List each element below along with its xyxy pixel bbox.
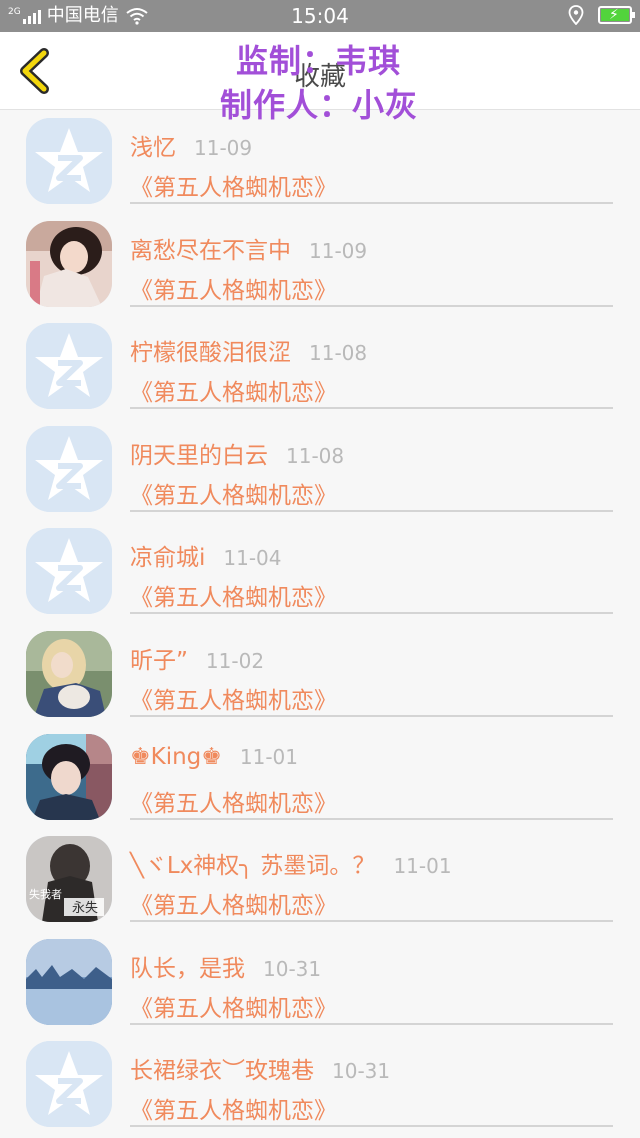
divider	[130, 817, 613, 820]
game-title: 《第五人格蜘机恋》	[130, 585, 337, 612]
item-date: 10-31	[263, 956, 322, 981]
avatar[interactable]	[26, 425, 112, 512]
item-date: 11-08	[286, 443, 345, 468]
game-title: 《第五人格蜘机恋》	[130, 482, 337, 509]
divider	[130, 202, 613, 204]
avatar[interactable]	[26, 733, 112, 820]
default-qzone-star-icon	[26, 323, 112, 410]
user-name: 凉俞城i	[130, 545, 206, 572]
item-date: 11-09	[309, 238, 368, 263]
user-name: ╲ヾLx神权╮ 苏墨词。？	[130, 853, 376, 880]
list-item[interactable]: 离愁尽在不言中 11-09 《第五人格蜘机恋》	[0, 213, 640, 316]
user-name: ♚King♚	[130, 743, 222, 770]
clock: 15:04	[291, 4, 349, 28]
item-date: 11-08	[309, 341, 368, 366]
list-item[interactable]: 柠檬很酸泪很涩 11-08 《第五人格蜘机恋》	[0, 315, 640, 418]
list-item[interactable]: 浅忆 11-09 《第五人格蜘机恋》	[0, 110, 640, 213]
list-item[interactable]: 长裙绿衣︶玫瑰巷 10-31 《第五人格蜘机恋》	[0, 1033, 640, 1136]
charging-bolt-icon: ⚡	[609, 7, 619, 23]
item-date: 11-01	[393, 854, 452, 879]
divider	[130, 304, 613, 307]
divider	[130, 920, 613, 923]
divider	[130, 1022, 613, 1025]
list-item[interactable]: 凉俞城i 11-04 《第五人格蜘机恋》	[0, 520, 640, 623]
girl-photo-avatar	[26, 220, 112, 307]
game-title: 《第五人格蜘机恋》	[130, 893, 337, 920]
default-qzone-star-icon	[26, 425, 112, 512]
blonde-girl-photo-avatar	[26, 630, 112, 717]
game-title: 《第五人格蜘机恋》	[130, 687, 337, 714]
game-title: 《第五人格蜘机恋》	[130, 790, 337, 817]
status-right-icons: ⚡	[568, 5, 635, 25]
avatar[interactable]	[26, 220, 112, 307]
game-title: 《第五人格蜘机恋》	[130, 995, 337, 1022]
user-name: 阴天里的白云	[130, 442, 268, 469]
battery-icon: ⚡	[598, 6, 635, 24]
list-item[interactable]: ♚King♚ 11-01 《第五人格蜘机恋》	[0, 726, 640, 829]
list-item[interactable]: 失我者 永失 ╲ヾLx神权╮ 苏墨词。？ 11-01 《第五人格蜘机恋》	[0, 828, 640, 931]
game-title: 《第五人格蜘机恋》	[130, 277, 337, 304]
game-title: 《第五人格蜘机恋》	[130, 380, 337, 407]
default-qzone-star-icon	[26, 528, 112, 615]
location-icon	[568, 5, 584, 25]
item-date: 11-04	[223, 546, 282, 571]
user-name: 浅忆	[130, 135, 176, 161]
divider	[130, 714, 613, 717]
status-bar: 2G 中国电信 15:04 ⚡	[0, 0, 640, 32]
user-name: 离愁尽在不言中	[130, 237, 291, 264]
avatar[interactable]	[26, 323, 112, 410]
divider	[130, 1125, 613, 1128]
avatar[interactable]	[26, 118, 112, 204]
avatar[interactable]: 失我者 永失	[26, 836, 112, 923]
divider	[130, 407, 613, 410]
avatar[interactable]	[26, 1041, 112, 1128]
game-title: 《第五人格蜘机恋》	[130, 175, 337, 201]
default-qzone-star-icon	[26, 118, 112, 204]
divider	[130, 509, 613, 512]
snow-landscape-avatar	[26, 938, 112, 1025]
boy-photo-avatar	[26, 733, 112, 820]
user-name: 柠檬很酸泪很涩	[130, 340, 291, 367]
divider	[130, 612, 613, 615]
user-name: 长裙绿衣︶玫瑰巷	[130, 1058, 314, 1085]
item-date: 11-02	[205, 648, 265, 673]
default-qzone-star-icon	[26, 1041, 112, 1128]
avatar[interactable]	[26, 630, 112, 717]
overlay-credit-supervisor: 监制：韦琪	[236, 42, 402, 80]
avatar[interactable]	[26, 528, 112, 615]
item-date: 11-01	[239, 744, 299, 769]
list-item[interactable]: 昕子” 11-02 《第五人格蜘机恋》	[0, 623, 640, 726]
user-name: 队长，是我	[130, 955, 245, 982]
favorites-list: 浅忆 11-09 《第五人格蜘机恋》 离愁尽在不言中 11-09 《第五人格蜘机恋》	[0, 110, 640, 1136]
item-date: 11-09	[194, 136, 253, 160]
user-name: 昕子”	[130, 647, 188, 674]
list-item[interactable]: 队长，是我 10-31 《第五人格蜘机恋》	[0, 931, 640, 1034]
game-title: 《第五人格蜘机恋》	[130, 1098, 337, 1125]
dark-photo-avatar: 失我者 永失	[26, 836, 112, 923]
item-date: 10-31	[332, 1059, 391, 1084]
list-item[interactable]: 阴天里的白云 11-08 《第五人格蜘机恋》	[0, 418, 640, 521]
avatar-caption-1: 失我者	[29, 888, 62, 901]
avatar-caption-2: 永失	[72, 901, 98, 916]
avatar[interactable]	[26, 938, 112, 1025]
